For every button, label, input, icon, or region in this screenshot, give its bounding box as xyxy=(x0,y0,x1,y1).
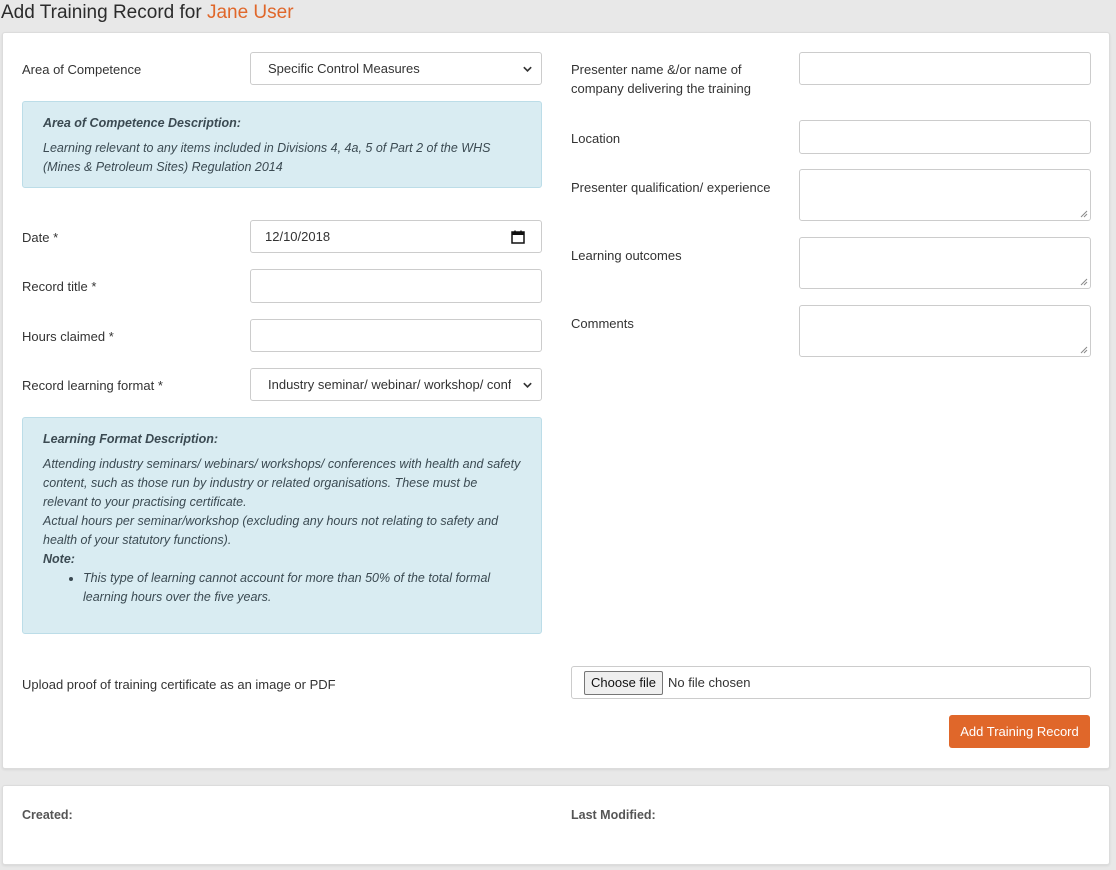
presenter-name-label: Presenter name &/or name of company deli… xyxy=(571,62,751,96)
hours-claimed-input[interactable] xyxy=(250,319,542,352)
choose-file-button[interactable]: Choose file xyxy=(584,670,664,695)
last-modified-label: Last Modified: xyxy=(571,808,656,822)
resize-grip-icon[interactable] xyxy=(1080,278,1088,286)
page-title-user-name: Jane User xyxy=(206,2,294,23)
hours-claimed-label: Hours claimed * xyxy=(22,329,114,344)
record-title-label: Record title * xyxy=(22,279,97,294)
resize-grip-icon[interactable] xyxy=(1080,210,1088,218)
learning-format-note-item: This type of learning cannot account for… xyxy=(83,569,521,607)
file-upload-input[interactable]: Choose file No file chosen xyxy=(571,666,1091,699)
page-title-prefix: Add Training Record for xyxy=(1,2,207,23)
record-meta-panel: Created: Last Modified: xyxy=(2,785,1110,865)
area-of-competence-label: Area of Competence xyxy=(22,62,142,77)
chevron-down-icon xyxy=(523,382,532,388)
area-of-competence-select[interactable]: Specific Control Measures xyxy=(250,52,542,85)
comments-label: Comments xyxy=(571,316,634,331)
date-value: 12/10/2018 xyxy=(265,229,331,244)
date-input[interactable]: 12/10/2018 xyxy=(250,220,542,253)
area-of-competence-value: Specific Control Measures xyxy=(268,61,420,76)
learning-format-description-para1: Attending industry seminars/ webinars/ w… xyxy=(43,457,521,509)
file-status: No file chosen xyxy=(668,675,751,690)
presenter-qualification-label: Presenter qualification/ experience xyxy=(571,180,771,195)
learning-format-description-box: Learning Format Description: Attending i… xyxy=(22,417,542,634)
date-label: Date * xyxy=(22,230,59,245)
learning-format-description-para2: Actual hours per seminar/workshop (exclu… xyxy=(43,514,499,547)
learning-format-description-title: Learning Format Description: xyxy=(43,432,219,446)
learning-format-label: Record learning format * xyxy=(22,378,163,393)
created-label: Created: xyxy=(22,808,73,822)
learning-format-note-label: Note: xyxy=(43,552,75,566)
learning-outcomes-label: Learning outcomes xyxy=(571,248,682,263)
resize-grip-icon[interactable] xyxy=(1080,346,1088,354)
learning-format-value: Industry seminar/ webinar/ workshop/ con… xyxy=(268,377,511,392)
chevron-down-icon xyxy=(523,66,532,72)
presenter-qualification-textarea[interactable] xyxy=(799,169,1091,221)
learning-outcomes-textarea[interactable] xyxy=(799,237,1091,289)
upload-label: Upload proof of training certificate as … xyxy=(22,677,336,692)
competence-description-box: Area of Competence Description: Learning… xyxy=(22,101,542,188)
learning-format-note-list: This type of learning cannot account for… xyxy=(43,569,521,607)
learning-format-select[interactable]: Industry seminar/ webinar/ workshop/ con… xyxy=(250,368,542,401)
training-record-form: Area of Competence Specific Control Meas… xyxy=(2,32,1110,769)
location-label: Location xyxy=(571,131,621,146)
competence-description-title: Area of Competence Description: xyxy=(43,116,241,130)
presenter-name-input[interactable] xyxy=(799,52,1091,85)
record-title-input[interactable] xyxy=(250,269,542,303)
location-input[interactable] xyxy=(799,120,1091,154)
add-training-record-button[interactable]: Add Training Record xyxy=(949,715,1090,748)
page-title: Add Training Record for Jane User xyxy=(1,1,294,25)
calendar-icon[interactable] xyxy=(511,230,525,244)
competence-description-text: Learning relevant to any items included … xyxy=(43,141,491,174)
comments-textarea[interactable] xyxy=(799,305,1091,357)
